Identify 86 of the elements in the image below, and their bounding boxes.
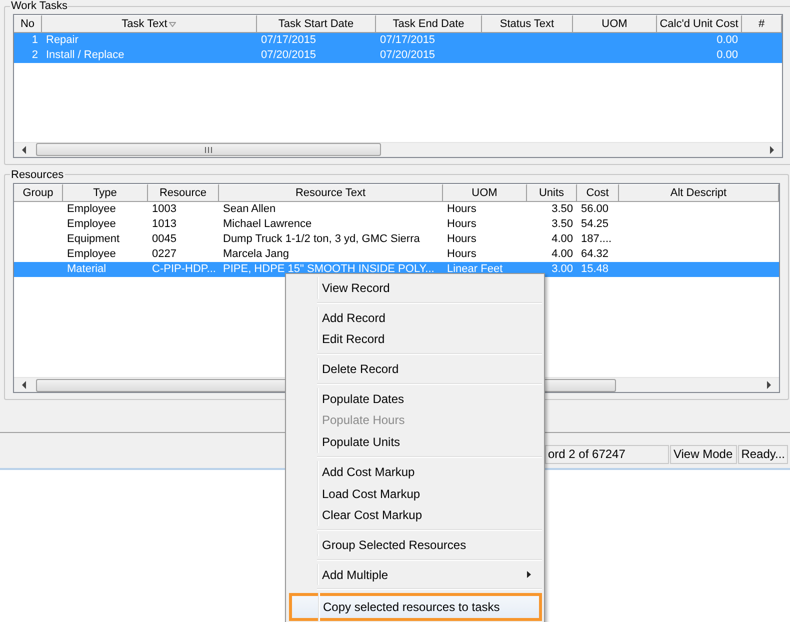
table-cell-text: Employee [66,246,117,262]
table-row[interactable]: Equipment 0045 Dump Truck 1-1/2 ton, 3 yd, GMC Sierra Hours 4.00 187.... [14,232,779,247]
table-cell-text: Hours [446,232,478,247]
table-cell-text: 64.32 [580,246,610,262]
table-cell-text: 54.25 [580,216,610,232]
table-cell-text: 07/17/2015 [379,33,436,48]
column-header[interactable]: Calc'd Unit Cost [657,15,742,33]
menu-item[interactable]: Load Cost Markup [288,482,542,504]
table-cell-text: 07/20/2015 [379,48,436,63]
grip-icon [205,146,212,153]
table-cell-text: Install / Replace [45,48,126,63]
table-cell-text: Employee [66,202,117,217]
menu-item[interactable]: Populate Dates [288,388,542,410]
table-cell-text: 4.00 [550,246,574,262]
menu-item[interactable]: Delete Record [288,358,542,380]
menu-item[interactable]: Add Cost Markup [288,460,542,483]
table-cell-text: 3.50 [550,202,574,217]
table-cell-text: Marcela Jang [222,246,290,262]
scroll-left-icon[interactable] [21,146,27,154]
table-cell-text: Material [66,262,108,277]
column-header[interactable]: Status Text [482,15,573,33]
table-cell-text: 0227 [151,246,178,262]
menu-item[interactable]: Group Selected Resources [288,534,542,556]
table-cell-text: Dump Truck 1-1/2 ton, 3 yd, GMC Sierra [222,232,421,247]
scroll-right-icon[interactable] [769,146,775,154]
table-row[interactable]: Employee 1013 Michael Lawrence Hours 3.50 54.25 [14,216,779,232]
column-header[interactable]: Units [527,184,577,202]
column-header[interactable]: Resource [148,184,219,202]
table-cell-text: Repair [45,33,80,48]
table-cell-text: 1003 [151,202,178,217]
menu-item[interactable]: Populate Units [288,431,542,453]
menu-item[interactable]: View Record [288,277,542,299]
sort-icon [169,22,176,26]
panel-title: Work Tasks [10,0,68,12]
table-cell-text: 07/20/2015 [260,48,318,63]
table-cell-text: Hours [446,246,478,262]
table-cell-text: Employee [66,216,117,232]
table-cell-text: Hours [446,202,478,217]
column-header[interactable]: UOM [573,15,657,33]
column-header[interactable]: Alt Descript [619,184,779,202]
scroll-thumb[interactable] [36,143,381,156]
column-header[interactable]: Task Text [42,15,257,33]
column-header[interactable]: Type [63,184,148,202]
table-cell-text: 07/17/2015 [260,33,318,48]
panel-title: Resources [10,168,65,181]
table-cell-text: 4.00 [550,232,574,247]
scroll-left-icon[interactable] [21,381,27,389]
table-cell-text: 3.50 [550,216,574,232]
menu-item[interactable]: Copy selected resources to tasks [289,593,542,621]
submenu-arrow-icon [527,571,531,578]
column-header[interactable]: No [14,15,42,33]
column-header[interactable]: Cost [577,184,619,202]
table-cell-text: 3.00 [550,262,574,277]
status-panel: ord 2 of 67247 [545,445,670,464]
table-cell-text: 187.... [580,232,613,247]
column-header[interactable]: Group [14,184,63,202]
table-cell-text: 1013 [151,216,178,232]
table-cell-text: Hours [446,216,478,232]
menu-item[interactable]: Edit Record [288,328,542,350]
table-cell-text: C-PIP-HDP... [151,262,217,277]
table-cell-text: 0045 [151,232,178,247]
column-header[interactable]: # [742,15,782,33]
table-cell-text: 15.48 [580,262,610,277]
column-header[interactable]: UOM [443,184,527,202]
scroll-right-icon[interactable] [766,381,772,389]
table-cell-text: Equipment [66,232,121,247]
table-cell-text: PIPE, HDPE 15" SMOOTH INSIDE POLY... [222,262,436,277]
menu-item[interactable]: Add Record [288,306,542,328]
table-cell-text: Linear Feet [446,262,504,277]
table-cell-text: 56.00 [580,202,610,217]
table-row[interactable]: Employee 1003 Sean Allen Hours 3.50 56.00 [14,202,779,217]
column-header[interactable]: Task Start Date [257,15,376,33]
table-cell-text: 0.00 [716,48,739,63]
menu-item[interactable]: Add Multiple [288,564,542,586]
status-panel: View Mode [670,445,738,464]
menu-item[interactable]: Clear Cost Markup [288,504,542,526]
column-header[interactable]: Task End Date [376,15,482,33]
column-header[interactable]: Resource Text [219,184,443,202]
status-panel: Ready... [738,445,788,464]
table-cell-text: 2 [30,48,39,63]
table-row[interactable]: Employee 0227 Marcela Jang Hours 4.00 64.32 [14,246,779,262]
horizontal-scrollbar[interactable] [14,142,782,157]
table-cell-text: 1 [30,33,39,48]
table-cell-text: Sean Allen [222,202,277,217]
table-cell-text: 0.00 [716,33,739,48]
table-cell-text: Michael Lawrence [222,216,313,232]
